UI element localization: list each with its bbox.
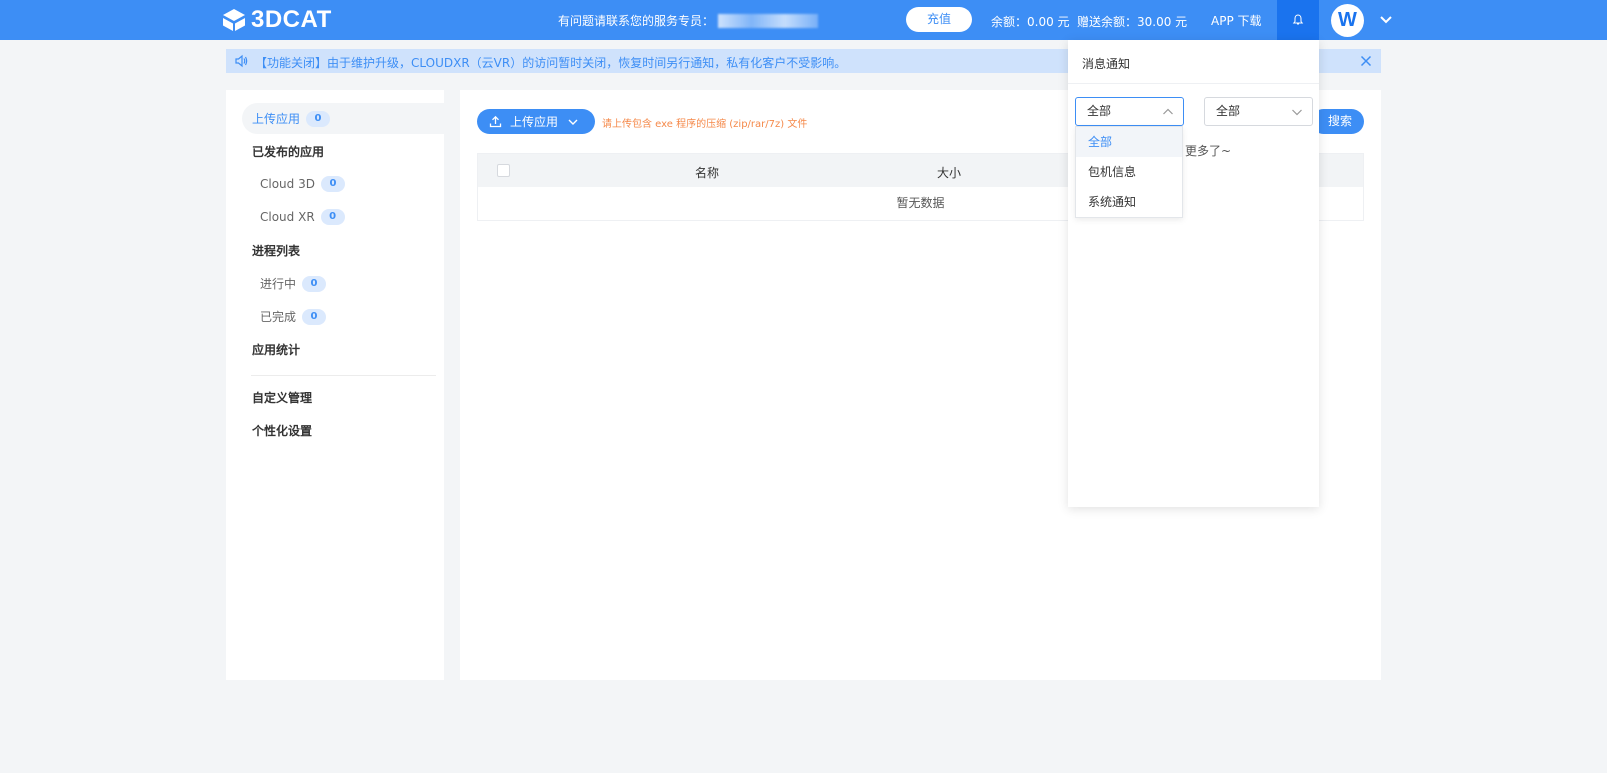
upload-hint: 请上传包含 exe 程序的压缩 (zip/rar/7z) 文件 xyxy=(602,119,808,130)
gift-balance-text: 赠送余额：30.00 元 xyxy=(1077,15,1188,29)
bell-icon xyxy=(1292,14,1304,25)
sidebar-item-app-stats[interactable]: 应用统计 xyxy=(252,341,300,358)
sidebar-item-label: 进程列表 xyxy=(252,244,301,258)
dropdown-option-system-notice[interactable]: 系统通知 xyxy=(1076,187,1182,217)
upload-app-button[interactable]: 上传应用 xyxy=(477,109,595,134)
top-navigation-bar: 3DCAT 有问题请联系您的服务专员： 充值 余额：0.00 元 赠送余额：30… xyxy=(0,0,1607,40)
select-value: 全部 xyxy=(1216,104,1241,118)
sidebar-item-published-apps[interactable]: 已发布的应用 xyxy=(252,143,324,160)
sidebar-item-process-list[interactable]: 进程列表 xyxy=(252,242,300,259)
sidebar-item-label: 自定义管理 xyxy=(252,391,313,405)
sidebar-item-label: Cloud 3D xyxy=(260,177,315,191)
sidebar-item-label: 上传应用 xyxy=(252,112,301,126)
sidebar-item-cloud-xr[interactable]: Cloud XR 0 xyxy=(260,209,345,225)
read-status-select[interactable]: 全部 xyxy=(1204,97,1313,126)
redacted-contact xyxy=(718,13,819,28)
sidebar-item-cloud-3d[interactable]: Cloud 3D 0 xyxy=(260,176,345,192)
sidebar-item-finished[interactable]: 已完成 0 xyxy=(260,308,327,325)
message-type-dropdown: 全部 包机信息 系统通知 xyxy=(1075,126,1183,218)
dropdown-option-all[interactable]: 全部 xyxy=(1076,127,1182,157)
avatar[interactable]: W xyxy=(1331,4,1364,37)
sidebar-item-label: 个性化设置 xyxy=(252,424,313,438)
upload-icon xyxy=(489,115,502,128)
cube-logo-icon xyxy=(223,9,245,31)
panel-divider xyxy=(1068,83,1319,84)
logo-text: 3DCAT xyxy=(251,6,332,33)
service-contact: 有问题请联系您的服务专员： xyxy=(558,12,819,29)
recharge-button[interactable]: 充值 xyxy=(906,7,972,32)
upload-button-label: 上传应用 xyxy=(510,115,559,129)
sidebar: 上传应用 0 已发布的应用 Cloud 3D 0 Cloud XR 0 进程列表… xyxy=(226,90,444,680)
sidebar-item-label: 应用统计 xyxy=(252,343,301,357)
no-more-text: 更多了~ xyxy=(1185,144,1232,158)
chevron-down-icon[interactable] xyxy=(1378,12,1394,28)
sidebar-item-upload-app[interactable]: 上传应用 0 xyxy=(252,110,331,127)
chevron-down-icon[interactable] xyxy=(566,115,580,129)
column-size-header[interactable]: 大小 xyxy=(937,164,961,181)
chevron-up-icon xyxy=(1163,108,1173,115)
select-all-checkbox[interactable] xyxy=(497,164,510,177)
notification-button[interactable] xyxy=(1277,0,1319,40)
count-badge: 0 xyxy=(302,308,327,325)
count-badge: 0 xyxy=(302,275,327,292)
search-button-label: 搜索 xyxy=(1327,114,1352,128)
notice-text: 【功能关闭】由于维护升级，CLOUDXR（云VR）的访问暂时关闭，恢复时间另行通… xyxy=(255,56,847,70)
close-icon[interactable] xyxy=(1359,54,1373,68)
contact-label: 有问题请联系您的服务专员： xyxy=(558,14,715,28)
count-badge: 0 xyxy=(320,176,345,192)
speaker-icon xyxy=(235,54,248,68)
sidebar-item-personal-settings[interactable]: 个性化设置 xyxy=(252,422,312,439)
balance-text: 余额：0.00 元 xyxy=(991,15,1070,29)
sidebar-item-label: 已发布的应用 xyxy=(252,145,325,159)
sidebar-item-custom-management[interactable]: 自定义管理 xyxy=(252,389,312,406)
dropdown-option-charter-info[interactable]: 包机信息 xyxy=(1076,157,1182,187)
column-name-header[interactable]: 名称 xyxy=(695,164,719,181)
sidebar-divider xyxy=(251,375,436,376)
sidebar-item-running[interactable]: 进行中 0 xyxy=(260,275,327,292)
count-badge: 0 xyxy=(306,110,331,127)
sidebar-item-label: 进行中 xyxy=(260,277,297,291)
count-badge: 0 xyxy=(320,209,345,225)
chevron-down-icon xyxy=(1292,109,1302,116)
notification-panel: 消息通知 全部 全部 更多了~ xyxy=(1068,40,1319,507)
message-type-select[interactable]: 全部 xyxy=(1075,97,1184,126)
sidebar-item-label: Cloud XR xyxy=(260,210,315,224)
logo[interactable]: 3DCAT xyxy=(221,6,332,34)
panel-title: 消息通知 xyxy=(1082,57,1131,71)
sidebar-item-label: 已完成 xyxy=(260,310,297,324)
select-value: 全部 xyxy=(1087,104,1112,118)
app-download-link[interactable]: APP 下载 xyxy=(1211,12,1262,29)
